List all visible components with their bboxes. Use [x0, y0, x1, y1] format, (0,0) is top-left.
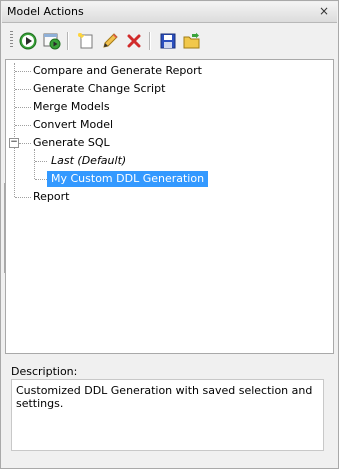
tree-line: [35, 161, 47, 162]
tree-line: [35, 179, 47, 180]
toolbar-separator: [149, 32, 151, 50]
tree-line: [15, 89, 31, 90]
new-button[interactable]: [75, 30, 97, 52]
tree-item-compare-and-generate-report[interactable]: Compare and Generate Report: [31, 63, 204, 79]
tree-line: [34, 149, 35, 179]
run-options-icon: [43, 33, 61, 50]
tree-line: [15, 125, 31, 126]
tree-item-generate-change-script[interactable]: Generate Change Script: [31, 81, 167, 97]
edit-icon: [103, 33, 118, 48]
tree-line: [15, 197, 31, 198]
model-actions-panel: Model Actions × − Compare and Generate R…: [0, 0, 339, 469]
tree-item-convert-model[interactable]: Convert Model: [31, 117, 115, 133]
close-icon[interactable]: ×: [317, 4, 331, 18]
toolbar: [4, 27, 337, 55]
panel-titlebar: Model Actions ×: [2, 2, 337, 23]
tree-line: [14, 63, 15, 197]
tree-item-generate-sql[interactable]: Generate SQL: [31, 135, 112, 151]
run-icon: [19, 32, 37, 50]
tree-line: [19, 143, 31, 144]
toolbar-separator: [67, 32, 69, 50]
tree-item-last-default[interactable]: Last (Default): [49, 153, 128, 169]
description-box[interactable]: Customized DDL Generation with saved sel…: [11, 379, 324, 451]
new-icon: [78, 33, 93, 49]
run-button[interactable]: [17, 30, 39, 52]
description-label: Description:: [11, 365, 78, 378]
tree-item-my-custom-ddl-generation[interactable]: My Custom DDL Generation: [47, 171, 209, 187]
edit-button[interactable]: [99, 30, 121, 52]
tree-item-report[interactable]: Report: [31, 189, 71, 205]
actions-tree: − Compare and Generate Report Generate C…: [5, 59, 334, 354]
tree-item-merge-models[interactable]: Merge Models: [31, 99, 112, 115]
tree-line: [15, 71, 31, 72]
save-icon: [160, 33, 176, 49]
tree-line: [15, 107, 31, 108]
open-button[interactable]: [181, 30, 203, 52]
delete-icon: [127, 34, 141, 48]
run-options-button[interactable]: [41, 30, 63, 52]
collapse-icon[interactable]: −: [9, 138, 19, 148]
panel-title: Model Actions: [7, 5, 84, 18]
toolbar-grip[interactable]: [10, 31, 13, 49]
description-text: Customized DDL Generation with saved sel…: [16, 384, 313, 410]
delete-button[interactable]: [123, 30, 145, 52]
open-folder-icon: [183, 32, 200, 49]
save-button[interactable]: [157, 30, 179, 52]
